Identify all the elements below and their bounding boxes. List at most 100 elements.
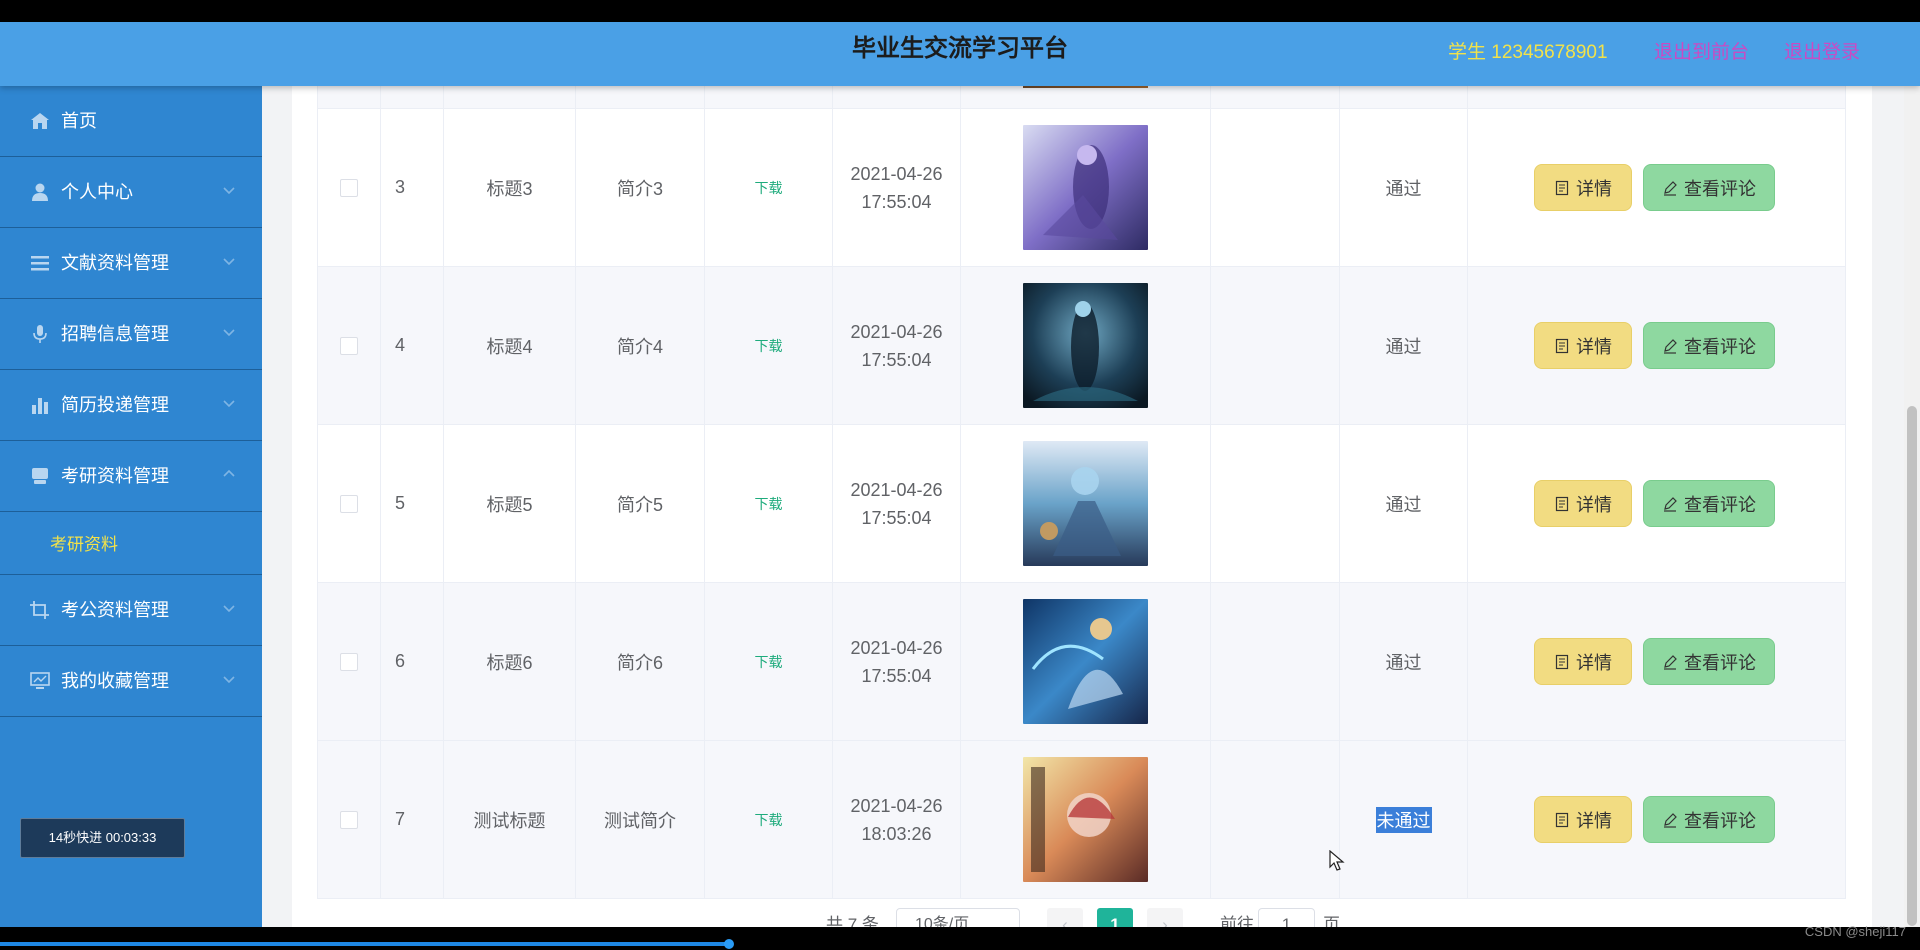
video-progress-bar[interactable] <box>0 942 730 946</box>
next-page-button[interactable]: › <box>1147 908 1183 927</box>
row-time: 17:55:04 <box>861 191 932 212</box>
sidebar-item-personal-center[interactable]: 个人中心 <box>0 157 262 228</box>
row-checkbox[interactable] <box>340 652 358 671</box>
row-title: 标题3 <box>444 109 576 266</box>
view-comments-button[interactable]: 查看评论 <box>1643 164 1775 211</box>
main-content: 3 标题3 简介3 下载 2021-04-26 17:55:04 通过 详情 查… <box>262 56 1920 927</box>
sidebar-item-label: 招聘信息管理 <box>61 324 169 344</box>
chevron-down-icon <box>223 258 235 266</box>
thumbnail-image[interactable] <box>1023 599 1148 724</box>
home-icon <box>31 113 49 129</box>
download-link[interactable]: 下载 <box>755 652 783 672</box>
thumbnail-image[interactable] <box>1023 125 1148 250</box>
logout-link[interactable]: 退出登录 <box>1784 37 1860 64</box>
table-row: 4 标题4 简介4 下载 2021-04-26 17:55:04 通过 详情 查… <box>318 267 1845 425</box>
thumbnail-image[interactable] <box>1023 757 1148 882</box>
edit-icon <box>1664 338 1677 354</box>
top-header: 毕业生交流学习平台 学生 12345678901 退出到前台 退出登录 <box>0 22 1920 86</box>
row-title: 标题4 <box>444 267 576 424</box>
box-icon <box>32 468 48 484</box>
detail-button[interactable]: 详情 <box>1534 164 1632 211</box>
sidebar-item-civil-service[interactable]: 考公资料管理 <box>0 575 262 646</box>
data-table: 3 标题3 简介3 下载 2021-04-26 17:55:04 通过 详情 查… <box>317 56 1846 899</box>
edit-icon <box>1664 654 1677 670</box>
document-icon <box>1555 338 1569 353</box>
row-status: 通过 <box>1340 583 1468 740</box>
chevron-down-icon <box>223 400 235 408</box>
view-comments-button[interactable]: 查看评论 <box>1643 796 1775 843</box>
row-checkbox[interactable] <box>340 336 358 355</box>
bar-chart-icon <box>32 398 48 414</box>
chevron-down-icon <box>223 329 235 337</box>
detail-button-label: 详情 <box>1576 336 1612 357</box>
thumbnail-image[interactable] <box>1023 283 1148 408</box>
chevron-down-icon <box>223 605 235 613</box>
document-icon <box>1555 654 1569 669</box>
page-number-button[interactable]: 1 <box>1097 908 1133 927</box>
row-checkbox[interactable] <box>340 178 358 197</box>
user-icon <box>32 183 48 201</box>
prev-page-button[interactable]: ‹ <box>1047 908 1083 927</box>
page-unit-label: 页 <box>1323 915 1340 927</box>
video-progress-knob[interactable] <box>724 939 734 949</box>
detail-button[interactable]: 详情 <box>1534 796 1632 843</box>
row-index: 7 <box>381 741 444 898</box>
view-comments-button[interactable]: 查看评论 <box>1643 322 1775 369</box>
row-time: 17:55:04 <box>861 507 932 528</box>
sidebar-item-label: 文献资料管理 <box>61 253 169 273</box>
chevron-down-icon <box>223 676 235 684</box>
list-icon <box>31 256 49 271</box>
row-intro: 简介5 <box>576 425 705 582</box>
mouse-cursor-icon <box>1329 850 1345 871</box>
table-row: 5 标题5 简介5 下载 2021-04-26 17:55:04 通过 详情 查… <box>318 425 1845 583</box>
table-row: 3 标题3 简介3 下载 2021-04-26 17:55:04 通过 详情 查… <box>318 109 1845 267</box>
sidebar-item-literature[interactable]: 文献资料管理 <box>0 228 262 299</box>
detail-button[interactable]: 详情 <box>1534 480 1632 527</box>
row-intro: 简介3 <box>576 109 705 266</box>
main-scrollbar[interactable] <box>1904 86 1920 927</box>
sidebar-item-label: 简历投递管理 <box>61 395 169 415</box>
page-size-select[interactable]: 10条/页 <box>896 908 1020 927</box>
download-link[interactable]: 下载 <box>755 336 783 356</box>
scrollbar-thumb[interactable] <box>1907 406 1917 926</box>
row-status: 通过 <box>1340 267 1468 424</box>
content-card: 3 标题3 简介3 下载 2021-04-26 17:55:04 通过 详情 查… <box>292 56 1872 927</box>
document-icon <box>1555 812 1569 827</box>
chevron-up-icon <box>223 469 235 477</box>
sidebar-item-label: 首页 <box>61 111 97 131</box>
row-time: 17:55:04 <box>861 665 932 686</box>
sidebar-item-recruitment[interactable]: 招聘信息管理 <box>0 299 262 370</box>
crop-icon <box>30 601 49 619</box>
row-status: 未通过 <box>1375 806 1432 833</box>
row-checkbox[interactable] <box>340 810 358 829</box>
edit-icon <box>1664 812 1677 828</box>
view-comments-button[interactable]: 查看评论 <box>1643 480 1775 527</box>
goto-page-input[interactable]: 1 <box>1258 908 1315 927</box>
view-comments-button[interactable]: 查看评论 <box>1643 638 1775 685</box>
row-checkbox[interactable] <box>340 494 358 513</box>
row-status: 通过 <box>1340 425 1468 582</box>
sidebar-item-resume[interactable]: 简历投递管理 <box>0 370 262 441</box>
download-link[interactable]: 下载 <box>755 178 783 198</box>
sidebar-item-home[interactable]: 首页 <box>0 86 262 157</box>
sidebar-item-label: 我的收藏管理 <box>61 671 169 691</box>
goto-label: 前往 <box>1220 915 1254 927</box>
download-link[interactable]: 下载 <box>755 810 783 830</box>
sidebar-item-favorites[interactable]: 我的收藏管理 <box>0 646 262 717</box>
view-comments-label: 查看评论 <box>1684 178 1756 199</box>
sidebar-subitem-postgrad-materials[interactable]: 考研资料 <box>0 512 262 575</box>
thumbnail-image[interactable] <box>1023 441 1148 566</box>
sidebar-subitem-label: 考研资料 <box>50 535 118 554</box>
row-date: 2021-04-26 <box>850 479 943 500</box>
sidebar-item-postgrad[interactable]: 考研资料管理 <box>0 441 262 512</box>
microphone-icon <box>33 325 47 343</box>
sidebar-item-label: 考公资料管理 <box>61 600 169 620</box>
detail-button-label: 详情 <box>1576 494 1612 515</box>
playback-speed-badge: 14秒快进 00:03:33 <box>20 818 185 858</box>
detail-button[interactable]: 详情 <box>1534 638 1632 685</box>
sidebar-item-label: 个人中心 <box>61 182 133 202</box>
download-link[interactable]: 下载 <box>755 494 783 514</box>
exit-to-front-link[interactable]: 退出到前台 <box>1654 37 1749 64</box>
detail-button[interactable]: 详情 <box>1534 322 1632 369</box>
detail-button-label: 详情 <box>1576 652 1612 673</box>
